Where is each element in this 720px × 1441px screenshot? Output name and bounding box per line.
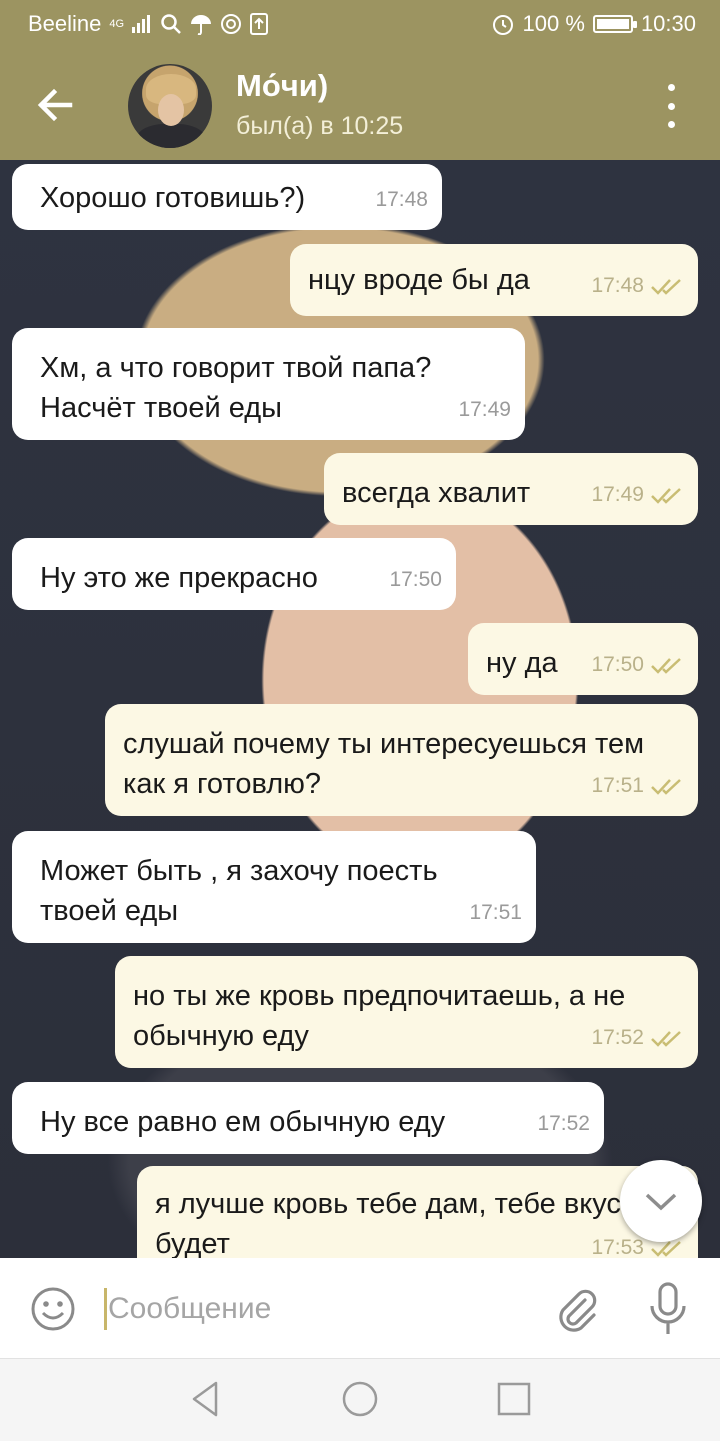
message-time: 17:48 [591, 274, 644, 297]
signal-icon: 4G [109, 18, 125, 30]
double-check-icon [651, 488, 681, 504]
message-time: 17:52 [591, 1026, 644, 1049]
message-outgoing[interactable]: но ты же кровь предпочитаешь, а не обычн… [115, 956, 698, 1068]
message-incoming[interactable]: Ну все равно ем обычную еду 17:52 [12, 1082, 604, 1154]
message-outgoing[interactable]: всегда хвалит 17:49 [324, 453, 698, 525]
message-text: Хорошо готовишь?) [40, 182, 306, 214]
avatar[interactable] [128, 64, 212, 148]
message-text: всегда хвалит [342, 477, 531, 509]
attach-icon[interactable] [552, 1286, 600, 1334]
message-time: 17:49 [591, 483, 644, 506]
chat-header: Мо́чи) был(а) в 10:25 [0, 48, 720, 160]
message-time: 17:48 [375, 188, 428, 211]
message-time: 17:52 [537, 1112, 590, 1135]
signal-icon [132, 15, 151, 33]
clock: 10:30 [640, 11, 696, 36]
emoji-icon[interactable] [30, 1286, 76, 1332]
scroll-down-button[interactable] [620, 1160, 702, 1242]
message-incoming[interactable]: Может быть , я захочу поесть твоей еды 1… [12, 831, 536, 943]
status-bar: Beeline 4G 100 % 10:30 [0, 0, 720, 48]
mic-icon[interactable] [646, 1282, 690, 1336]
nav-back-icon[interactable] [186, 1379, 226, 1419]
nav-recents-icon[interactable] [494, 1379, 534, 1419]
message-text: Может быть , я захочу поесть твоей еды [40, 855, 438, 927]
battery-percent: 100 % [522, 11, 585, 36]
message-list[interactable]: Хорошо готовишь?) 17:48 нцу вроде бы да … [0, 160, 720, 1258]
battery-icon [592, 15, 637, 33]
scroll-down-icon [645, 1193, 677, 1211]
message-outgoing[interactable]: я лучше кровь тебе дам, тебе вкуснее буд… [137, 1166, 698, 1258]
system-navigation-bar [0, 1358, 720, 1441]
message-text: Хм, а что говорит твой папа? Насчёт твое… [40, 352, 432, 424]
message-outgoing[interactable]: нцу вроде бы да 17:48 [290, 244, 698, 316]
carrier-label: Beeline [28, 11, 102, 36]
message-composer [0, 1258, 720, 1358]
search-icon [161, 14, 181, 34]
message-input[interactable] [108, 1284, 528, 1334]
back-arrow-icon[interactable] [30, 80, 80, 130]
nav-home-icon[interactable] [340, 1379, 380, 1419]
upload-icon [250, 13, 269, 35]
message-outgoing[interactable]: ну да 17:50 [468, 623, 698, 695]
contact-name[interactable]: Мо́чи) [236, 68, 328, 104]
message-time: 17:49 [458, 398, 511, 421]
message-incoming[interactable]: Ну это же прекрасно 17:50 [12, 538, 456, 610]
message-time: 17:50 [389, 568, 442, 591]
text-cursor [104, 1288, 107, 1330]
umbrella-icon [191, 15, 212, 35]
double-check-icon [651, 779, 681, 795]
more-vert-icon[interactable] [660, 84, 682, 128]
message-text: нцу вроде бы да [308, 264, 530, 296]
alarm-icon [492, 15, 513, 35]
message-incoming[interactable]: Хорошо готовишь?) 17:48 [12, 164, 442, 230]
message-text: Ну это же прекрасно [40, 562, 318, 594]
double-check-icon [651, 279, 681, 295]
last-seen-status: был(а) в 10:25 [236, 112, 404, 140]
message-time: 17:51 [591, 774, 644, 797]
message-outgoing[interactable]: слушай почему ты интересуешься тем как я… [105, 704, 698, 816]
double-check-icon [651, 1031, 681, 1047]
message-time: 17:51 [469, 901, 522, 924]
double-check-icon [651, 658, 681, 674]
at-icon [221, 14, 242, 34]
message-incoming[interactable]: Хм, а что говорит твой папа? Насчёт твое… [12, 328, 525, 440]
message-time: 17:50 [591, 653, 644, 676]
message-text: ну да [486, 647, 558, 679]
message-text: Ну все равно ем обычную еду [40, 1106, 446, 1138]
